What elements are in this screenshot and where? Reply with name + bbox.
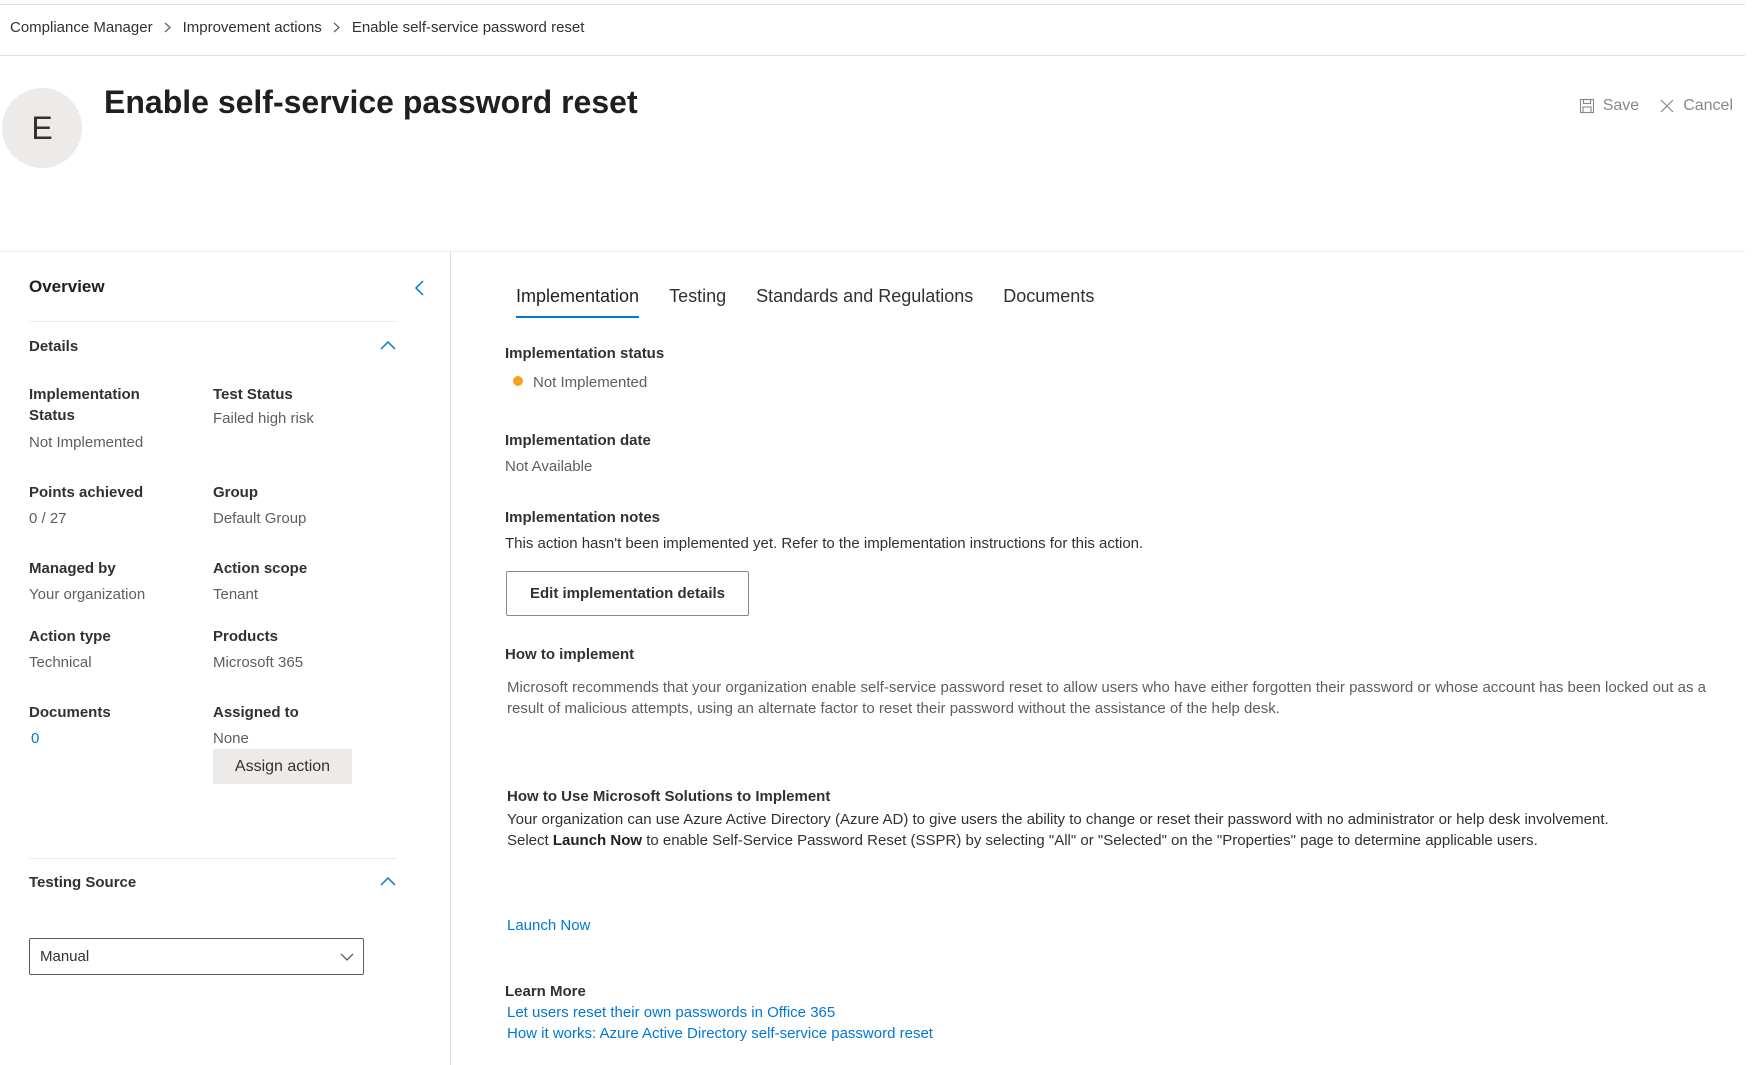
- learn-more-link-office365[interactable]: Let users reset their own passwords in O…: [507, 1004, 835, 1021]
- cancel-label: Cancel: [1683, 97, 1733, 114]
- avatar: E: [2, 88, 82, 168]
- microsoft-solutions-line-2: Select Launch Now to enable Self-Service…: [507, 830, 1707, 851]
- launch-now-link[interactable]: Launch Now: [507, 917, 590, 934]
- tab-bar: Implementation Testing Standards and Reg…: [516, 286, 1094, 318]
- breadcrumb-current: Enable self-service password reset: [351, 18, 585, 36]
- chevron-left-icon[interactable]: [412, 278, 428, 298]
- save-button[interactable]: Save: [1579, 97, 1639, 115]
- implementation-status-label: Implementation Status: [29, 386, 140, 424]
- chevron-right-icon: [153, 22, 183, 33]
- tab-implementation[interactable]: Implementation: [516, 286, 640, 318]
- products-label: Products: [213, 628, 279, 645]
- cancel-button[interactable]: Cancel: [1659, 97, 1733, 115]
- implementation-notes-text: This action hasn't been implemented yet.…: [505, 535, 1144, 552]
- how-to-implement-heading: How to implement: [505, 646, 635, 663]
- managed-by-value: Your organization: [29, 586, 146, 603]
- status-dot-icon: [513, 376, 523, 386]
- action-scope-label: Action scope: [213, 560, 308, 577]
- breadcrumb: Compliance Manager Improvement actions E…: [10, 17, 584, 37]
- details-divider: [29, 858, 397, 859]
- microsoft-solutions-text: Your organization can use Azure Active D…: [507, 809, 1707, 851]
- chevron-up-icon[interactable]: [378, 339, 398, 351]
- points-achieved-value: 0 / 27: [29, 510, 67, 527]
- implementation-date-heading: Implementation date: [505, 432, 651, 449]
- edit-implementation-details-button[interactable]: Edit implementation details: [506, 571, 749, 616]
- action-type-value: Technical: [29, 654, 92, 671]
- managed-by-label: Managed by: [29, 560, 116, 577]
- implementation-notes-heading: Implementation notes: [505, 509, 661, 526]
- documents-label: Documents: [29, 704, 111, 721]
- testing-source-dropdown[interactable]: Manual: [29, 938, 364, 975]
- top-actions: Save Cancel: [1579, 97, 1733, 115]
- group-value: Default Group: [213, 510, 307, 527]
- overview-divider: [29, 321, 397, 322]
- documents-count-link[interactable]: 0: [31, 730, 39, 747]
- action-type-label: Action type: [29, 628, 111, 645]
- overview-panel: Overview Details Implementation Status N…: [0, 252, 450, 1065]
- close-icon: [1660, 99, 1674, 113]
- group-label: Group: [213, 484, 258, 501]
- ms-line2-bold: Launch Now: [552, 832, 643, 849]
- assigned-to-value: None: [213, 730, 249, 747]
- test-status-label: Test Status: [213, 386, 293, 403]
- implementation-status-indicator: Not Implemented: [505, 374, 647, 391]
- testing-source-title: Testing Source: [29, 874, 137, 891]
- tab-testing[interactable]: Testing: [669, 286, 726, 318]
- chevron-right-icon: [322, 22, 352, 33]
- save-icon: [1579, 98, 1594, 114]
- microsoft-solutions-line-1: Your organization can use Azure Active D…: [507, 811, 1609, 828]
- page-title: Enable self-service password reset: [104, 84, 638, 120]
- learn-more-heading: Learn More: [505, 983, 586, 1000]
- chevron-up-icon[interactable]: [378, 875, 398, 887]
- tab-standards-and-regulations[interactable]: Standards and Regulations: [756, 286, 973, 318]
- action-scope-value: Tenant: [213, 586, 259, 603]
- details-section-title: Details: [29, 338, 79, 355]
- ms-line2-prefix: Select: [507, 832, 553, 849]
- implementation-status-value: Not Implemented: [29, 434, 144, 451]
- implementation-date-value: Not Available: [505, 458, 593, 475]
- breadcrumb-divider: [0, 55, 1745, 56]
- assign-action-button[interactable]: Assign action: [213, 749, 352, 784]
- save-label: Save: [1602, 97, 1640, 114]
- assigned-to-label: Assigned to: [213, 704, 299, 721]
- how-to-implement-text: Microsoft recommends that your organizat…: [507, 679, 1706, 717]
- test-status-value: Failed high risk: [213, 410, 314, 427]
- implementation-status-heading: Implementation status: [505, 345, 665, 362]
- overview-title: Overview: [29, 277, 105, 296]
- microsoft-solutions-heading: How to Use Microsoft Solutions to Implem…: [507, 788, 831, 805]
- points-achieved-label: Points achieved: [29, 484, 144, 501]
- action-detail-panel: Implementation Testing Standards and Reg…: [451, 252, 1745, 1065]
- breadcrumb-compliance-manager[interactable]: Compliance Manager: [10, 19, 153, 36]
- tab-documents[interactable]: Documents: [1003, 286, 1094, 318]
- implementation-status-text: Not Implemented: [533, 374, 648, 391]
- top-border: [0, 4, 1745, 5]
- chevron-down-icon: [340, 953, 354, 961]
- breadcrumb-improvement-actions[interactable]: Improvement actions: [183, 19, 322, 36]
- learn-more-link-azure-sspr[interactable]: How it works: Azure Active Directory sel…: [507, 1025, 933, 1042]
- products-value: Microsoft 365: [213, 654, 304, 671]
- ms-line2-suffix: to enable Self-Service Password Reset (S…: [642, 832, 1538, 849]
- testing-source-selected: Manual: [40, 948, 90, 965]
